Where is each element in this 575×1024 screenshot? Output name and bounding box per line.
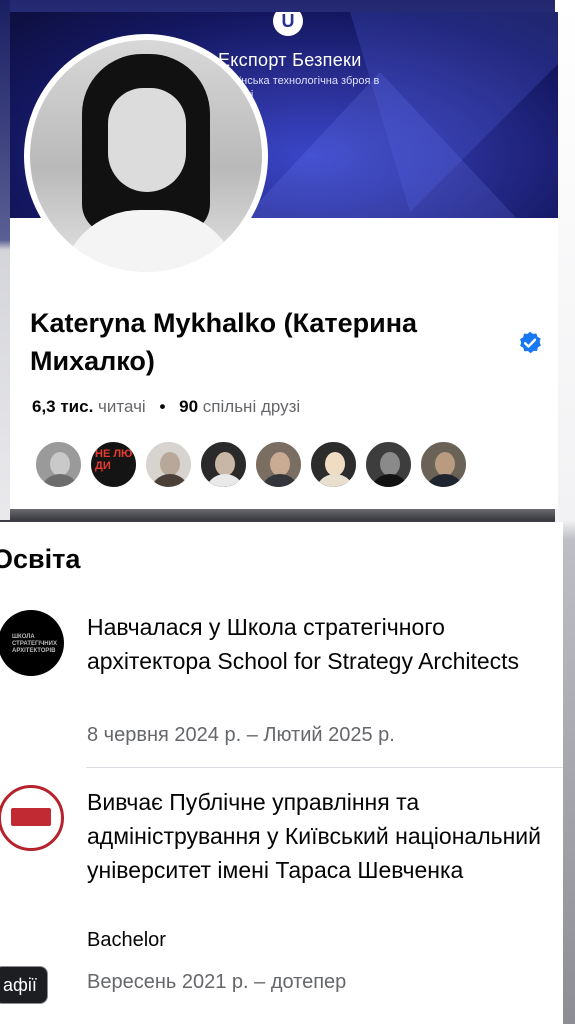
friend-avatar[interactable]: НЕ ЛЮ ДИ [89,440,138,489]
education-section-title: Освіта [0,544,81,574]
education-item-degree: Bachelor [87,929,166,951]
mutual-friends-label[interactable]: спільні друзі [203,397,300,416]
education-item-dates: 8 червня 2024 р. – Лютий 2025 р. [87,724,395,746]
education-item-title[interactable]: Вивчає Публічне управління та адміністру… [87,785,557,887]
stats-separator: • [159,397,166,416]
education-item[interactable]: Вивчає Публічне управління та адміністру… [0,777,563,1017]
cover-light-ray [350,12,558,212]
avatar-face-shape [108,88,186,192]
profile-card: U Експорт Безпеки аїнська технологічна з… [10,12,558,509]
avatar-photo [30,40,262,272]
photos-tab-chip[interactable]: афії [0,966,48,1004]
friend-avatar-text: НЕ ЛЮ ДИ [95,448,133,472]
cover-logo-icon: U [273,12,303,36]
friend-avatar[interactable] [144,440,193,489]
profile-name: Kateryna Mykhalko (Катерина Михалко) [30,308,418,376]
verified-badge-icon[interactable] [517,330,543,356]
education-item-dates: Вересень 2021 р. – дотепер [87,971,347,993]
friend-avatar[interactable] [364,440,413,489]
school-logo-text: ШКОЛА СТРАТЕГІЧНИХ АРХІТЕКТОРІВ [12,634,57,654]
followers-count[interactable]: 6,3 тис. [32,397,93,416]
friend-avatar[interactable] [309,440,358,489]
friend-avatar[interactable] [199,440,248,489]
followers-label[interactable]: читачі [98,397,146,416]
backdrop-left-edge [0,0,10,520]
cover-title: Експорт Безпеки [218,50,362,70]
school-logo-icon[interactable]: ШКОЛА СТРАТЕГІЧНИХ АРХІТЕКТОРІВ [0,610,64,676]
university-building-shape [11,808,51,826]
mutual-friends-count[interactable]: 90 [179,397,198,416]
education-item[interactable]: ШКОЛА СТРАТЕГІЧНИХ АРХІТЕКТОРІВ Навчалас… [0,604,563,754]
education-item-title[interactable]: Навчалася у Школа стратегічного архітект… [87,610,557,678]
friend-avatar[interactable] [254,440,303,489]
profile-stats: 6,3 тис. читачі • 90 спільні друзі [32,397,300,417]
friend-avatar[interactable] [34,440,83,489]
divider [86,767,563,768]
profile-avatar[interactable] [24,34,268,278]
cover-subtitle: аїнська технологічна зброя в світі [232,75,380,101]
friend-avatar[interactable] [419,440,468,489]
university-seal-icon[interactable] [0,785,64,851]
education-card: Освіта ШКОЛА СТРАТЕГІЧНИХ АРХІТЕКТОРІВ Н… [0,522,563,1024]
